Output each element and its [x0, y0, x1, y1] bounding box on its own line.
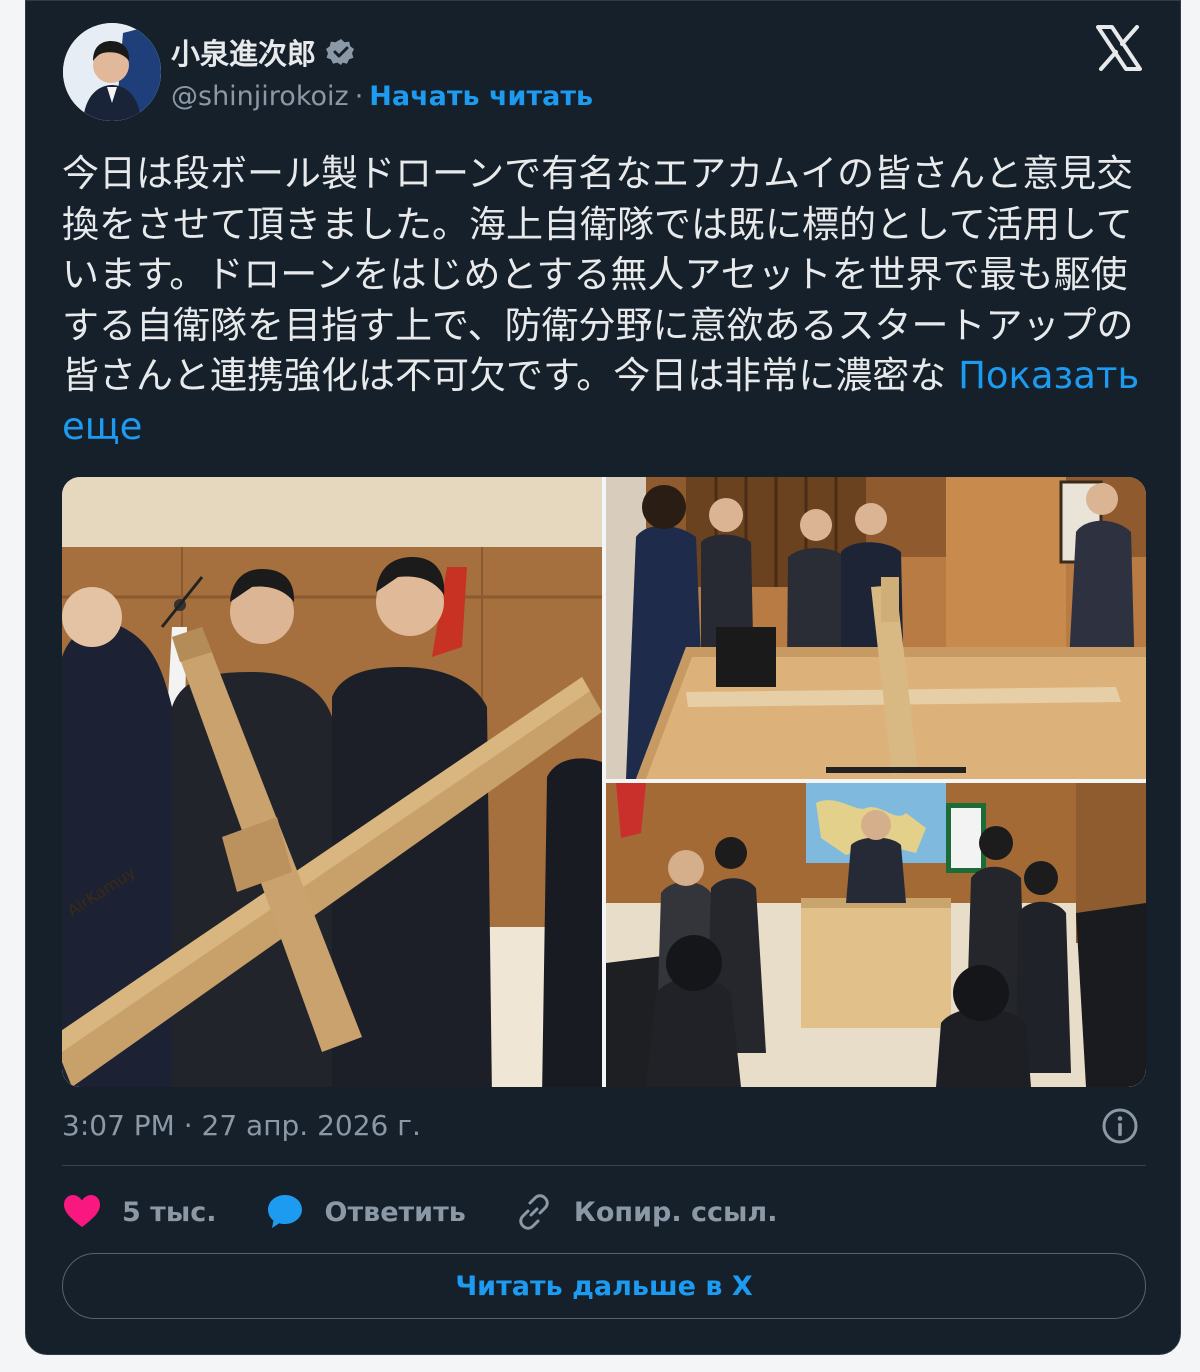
- divider: [62, 1165, 1146, 1166]
- heart-icon: [64, 1195, 100, 1227]
- info-icon[interactable]: [1101, 1107, 1139, 1145]
- reply-label: Ответить: [324, 1196, 466, 1228]
- link-icon: [519, 1194, 549, 1230]
- like-count: 5 тыс.: [122, 1196, 217, 1228]
- tweet-timestamp[interactable]: 3:07 PM · 27 апр. 2026 г.: [62, 1109, 421, 1142]
- verified-badge-icon: [326, 39, 355, 65]
- photo-drone-held[interactable]: AirKamuy: [62, 477, 602, 1087]
- author-avatar[interactable]: [63, 23, 161, 121]
- tweet-text: 今日は段ボール製ドローンで有名なエアカムイの皆さんと意見交換をさせて頂きました。…: [62, 149, 1142, 452]
- author-name[interactable]: 小泉進次郎: [171, 31, 316, 73]
- reply-button[interactable]: Ответить: [265, 1192, 466, 1232]
- tweet-embed-card: 小泉進次郎 @shinjirokoiz · Начать читать 今日は段…: [25, 0, 1181, 1355]
- like-button[interactable]: 5 тыс.: [62, 1192, 217, 1232]
- copy-link-label: Копир. ссыл.: [573, 1196, 778, 1228]
- handle-separator: ·: [354, 81, 364, 112]
- action-bar: 5 тыс. Ответить Копир. ссыл.: [62, 1187, 825, 1237]
- copy-link-button[interactable]: Копир. ссыл.: [514, 1192, 778, 1232]
- photo-office-meeting[interactable]: [606, 783, 1146, 1087]
- x-logo-icon[interactable]: [1096, 25, 1142, 71]
- follow-button[interactable]: Начать читать: [369, 81, 593, 112]
- read-more-button[interactable]: Читать дальше в X: [62, 1253, 1146, 1319]
- author-handle[interactable]: @shinjirokoiz: [171, 81, 349, 112]
- photo-meeting-table[interactable]: [606, 477, 1146, 779]
- media-grid: AirKamuy: [62, 477, 1146, 1087]
- reply-bubble-icon: [267, 1195, 302, 1228]
